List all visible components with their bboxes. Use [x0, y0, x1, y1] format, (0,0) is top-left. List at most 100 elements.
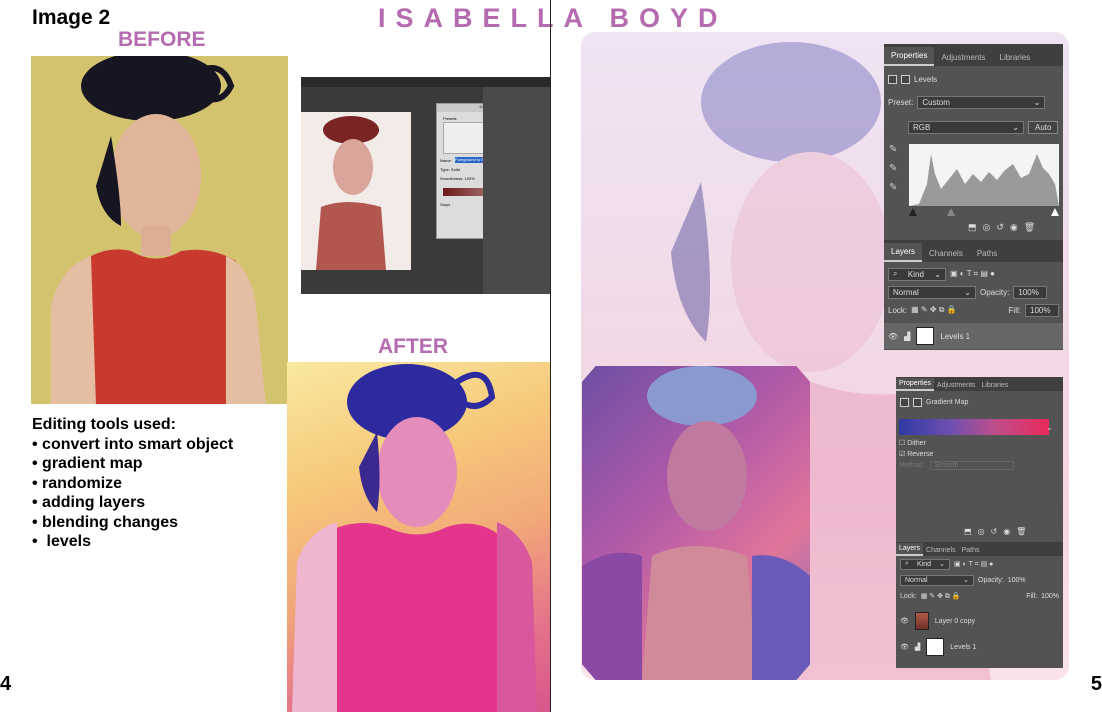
kind-label: Kind [907, 269, 924, 279]
before-photo [31, 56, 288, 404]
auto-button[interactable]: Auto [1028, 120, 1059, 134]
tab-channels[interactable]: Channels [922, 245, 970, 262]
chevron-down-icon[interactable]: ⌄ [1046, 423, 1053, 432]
editing-item: convert into smart object [32, 435, 233, 455]
fill-value[interactable]: 100% [1041, 593, 1059, 600]
dither-option[interactable]: ☐ Dither [899, 439, 926, 447]
method-select[interactable]: Smooth [930, 461, 1015, 470]
gradient-map-title: Gradient Map [926, 398, 969, 406]
editing-item: gradient map [32, 454, 233, 474]
black-eyedropper-icon[interactable]: ✎ [889, 144, 903, 155]
kind-filter-select[interactable]: ⌕ Kind ⌄ [888, 267, 946, 281]
tab-adjustments[interactable]: Adjustments [934, 49, 992, 66]
channel-row: RGB ⌄ Auto [884, 118, 1063, 136]
layer-row[interactable]: 👁 Layer 0 copy [896, 608, 1063, 634]
visibility-icon[interactable]: ◉ [1010, 222, 1018, 233]
editing-item: randomize [32, 474, 233, 494]
preset-select[interactable]: Custom ⌄ [917, 95, 1046, 109]
opacity-value[interactable]: 100% [1008, 577, 1026, 584]
blend-mode-select[interactable]: Normal ⌄ [888, 285, 976, 299]
tab-libraries[interactable]: Libraries [978, 380, 1011, 391]
lock-label: Lock: [900, 592, 917, 600]
after-photo [287, 362, 550, 712]
author-name: ISABELLA BOYD [378, 3, 728, 33]
smoothness-value[interactable]: 100% [464, 176, 474, 181]
white-eyedropper-icon[interactable]: ✎ [889, 182, 903, 193]
reset-icon[interactable]: ↺ [996, 222, 1004, 233]
tab-libraries[interactable]: Libraries [993, 49, 1038, 66]
kind-filter-select[interactable]: ⌕ Kind ⌄ [900, 558, 950, 570]
chevron-down-icon: ⌄ [934, 269, 941, 279]
eye-icon[interactable]: 👁 [900, 643, 909, 651]
editing-item: blending changes [32, 513, 233, 533]
tab-layers[interactable]: Layers [896, 543, 924, 556]
gray-eyedropper-icon[interactable]: ✎ [889, 163, 903, 174]
mask-icon [913, 397, 922, 407]
mask-icon [901, 74, 910, 84]
name-label: Name: [440, 158, 452, 163]
method-label: Method: [899, 462, 925, 469]
visibility-icon[interactable]: ◉ [1003, 527, 1010, 536]
levels-histogram [909, 144, 1059, 206]
dither-label: Dither [907, 440, 926, 447]
opacity-field[interactable]: 100% [1013, 285, 1048, 299]
blend-mode-value: Normal [905, 576, 928, 584]
gradient-map-bar[interactable] [899, 419, 1049, 435]
tab-layers[interactable]: Layers [884, 243, 923, 262]
screenshot-tabbar [301, 77, 550, 87]
levels-properties-panel: Properties Adjustments Libraries Levels … [884, 44, 1063, 350]
layer-row[interactable]: 👁 ▟ Levels 1 [896, 634, 1063, 660]
blend-mode-value: Normal [893, 287, 919, 297]
layers-tabbar: Layers Channels Paths [884, 240, 1063, 262]
levels-input-slider[interactable] [909, 208, 1059, 216]
eye-icon[interactable]: 👁 [900, 617, 909, 625]
gradient-map-properties-panel: Properties Adjustments Libraries Gradien… [896, 377, 1063, 668]
clip-icon[interactable]: ⬒ [968, 222, 977, 233]
layers-tabbar: Layers Channels Paths [896, 542, 1063, 556]
stops-label: Stops [440, 202, 451, 207]
layers-panel: Layers Channels Paths ⌕ Kind ⌄ ▣ ◐ T ⌗ ▤… [896, 542, 1063, 660]
layer-thumbnail [914, 612, 929, 630]
preset-label: Preset: [888, 97, 914, 107]
chevron-down-icon: ⌄ [939, 561, 945, 568]
gradient-map-artwork [582, 366, 810, 680]
page-title: Image 2 [32, 6, 111, 29]
view-previous-icon[interactable]: ◎ [978, 527, 985, 536]
clip-icon[interactable]: ⬒ [964, 527, 972, 536]
properties-tabbar: Properties Adjustments Libraries [884, 44, 1063, 66]
view-previous-icon[interactable]: ◎ [983, 222, 991, 233]
tab-adjustments[interactable]: Adjustments [934, 380, 979, 391]
layer-row[interactable]: 👁 ▟ Levels 1 [884, 323, 1063, 349]
reverse-label: Reverse [907, 451, 934, 458]
tab-properties[interactable]: Properties [884, 47, 935, 66]
reset-icon[interactable]: ↺ [991, 527, 998, 536]
smoothness-label: Smoothness: [440, 176, 464, 181]
trash-icon[interactable]: 🗑 [1016, 527, 1026, 536]
filter-icons[interactable]: ▣ ◐ T ⌗ ▤ ● [954, 560, 993, 569]
lock-icons[interactable]: ▦ ✎ ✥ ⧉ 🔒 [921, 592, 961, 601]
chevron-down-icon: ⌄ [964, 287, 971, 297]
blend-mode-select[interactable]: Normal ⌄ [900, 574, 974, 586]
type-select[interactable]: Solid [451, 167, 460, 172]
fill-field[interactable]: 100% [1025, 303, 1059, 317]
tab-paths[interactable]: Paths [959, 545, 983, 556]
screenshot-red-portrait [301, 112, 411, 270]
search-icon: ⌕ [893, 269, 898, 278]
inset-portrait [582, 366, 810, 680]
page-divider [550, 0, 551, 712]
tab-channels[interactable]: Channels [923, 545, 959, 556]
method-row: Method: Smooth [899, 461, 1015, 470]
reverse-option[interactable]: ☑ Reverse [899, 450, 933, 458]
eye-icon[interactable]: 👁 [888, 332, 898, 341]
filter-row: ⌕ Kind ⌄ ▣ ◐ T ⌗ ▤ ● [896, 556, 1063, 572]
tab-properties[interactable]: Properties [896, 378, 934, 391]
screenshot-canvas [301, 112, 411, 270]
channel-select[interactable]: RGB ⌄ [908, 120, 1024, 134]
lock-icons[interactable]: ▦ ✎ ✥ ⧉ 🔒 [911, 305, 957, 315]
page-number-left: 4 [0, 673, 12, 695]
filter-icons[interactable]: ▣ ◐ T ⌗ ▤ ● [950, 269, 995, 279]
tab-paths[interactable]: Paths [970, 245, 1004, 262]
type-label: Type: [440, 167, 450, 172]
blend-row: Normal ⌄ Opacity: 100% [884, 283, 1063, 301]
trash-icon[interactable]: 🗑 [1024, 222, 1035, 233]
